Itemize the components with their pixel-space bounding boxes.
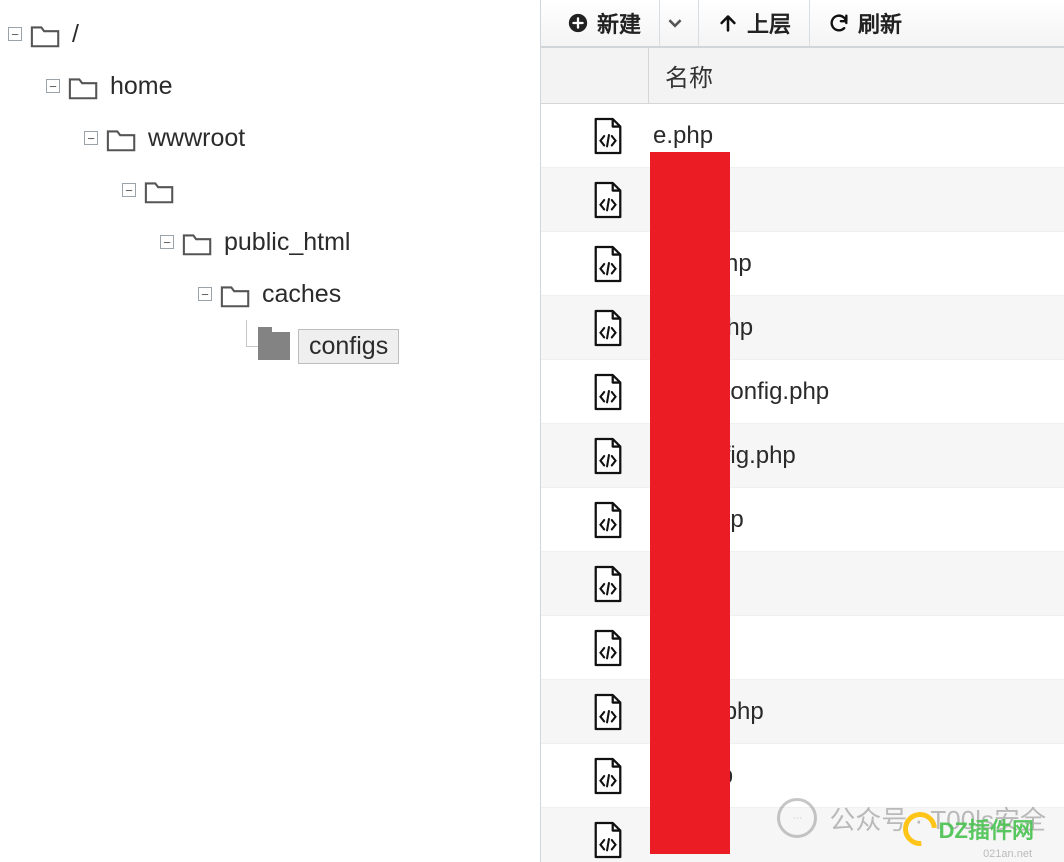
file-row[interactable]: el_config.php (541, 424, 1064, 488)
code-file-icon (591, 437, 625, 475)
tree-node[interactable]: caches (8, 268, 540, 320)
new-dropdown-caret[interactable] (660, 0, 699, 46)
dz-logo-sub: 021an.net (983, 848, 1032, 860)
tree-node-label: / (72, 20, 79, 49)
refresh-button-label: 刷新 (858, 7, 902, 39)
file-row[interactable]: e.php (541, 552, 1064, 616)
folder-tree-panel: / home wwwroot public_htmlcaches configs (0, 0, 540, 862)
column-header-name[interactable]: 名称 (649, 58, 713, 93)
column-header-type[interactable] (541, 48, 649, 103)
file-row[interactable]: e.php (541, 104, 1064, 168)
tree-node[interactable]: / (8, 8, 540, 60)
tree-node[interactable]: public_html (8, 216, 540, 268)
file-name-label: e.php (653, 122, 713, 150)
folder-icon (220, 279, 252, 309)
dz-logo: DZ插件网 (903, 812, 1034, 846)
tree-collapse-icon[interactable] (8, 27, 22, 41)
tree-node-label: wwwroot (148, 124, 245, 153)
tree-node-selected[interactable]: configs (8, 320, 540, 372)
column-header-row: 名称 (541, 48, 1064, 104)
file-row[interactable]: config.php (541, 680, 1064, 744)
code-file-icon (591, 309, 625, 347)
code-file-icon (591, 821, 625, 859)
file-row[interactable]: it.php (541, 168, 1064, 232)
file-list: e.php it.phpbase.phperver.phptatus_config… (541, 104, 1064, 862)
wechat-icon: ⋯ (777, 798, 817, 838)
tree-node[interactable]: wwwroot (8, 112, 540, 164)
tree-collapse-icon[interactable] (122, 183, 136, 197)
code-file-icon (591, 629, 625, 667)
code-file-icon (591, 501, 625, 539)
tree-node-label: caches (262, 280, 341, 309)
folder-icon (68, 71, 100, 101)
tree-node-label: public_html (224, 228, 350, 257)
tree-node[interactable] (8, 164, 540, 216)
code-file-icon (591, 245, 625, 283)
refresh-button[interactable]: 刷新 (810, 0, 920, 46)
tree-node[interactable]: home (8, 60, 540, 112)
tree-collapse-icon[interactable] (84, 131, 98, 145)
up-button-label: 上层 (747, 7, 791, 39)
file-row[interactable]: tatus_config.php (541, 360, 1064, 424)
folder-solid-icon (258, 332, 290, 360)
chevron-down-icon (668, 16, 682, 30)
refresh-icon (828, 12, 850, 34)
tree-collapse-icon[interactable] (46, 79, 60, 93)
code-file-icon (591, 373, 625, 411)
file-row[interactable]: ules.php (541, 488, 1064, 552)
file-row[interactable]: base.php (541, 232, 1064, 296)
toolbar: 新建 上层 刷新 (541, 0, 1064, 48)
code-file-icon (591, 757, 625, 795)
arrow-up-icon (717, 12, 739, 34)
file-panel: 新建 上层 刷新 名称 e.phpit.phpbase.phperver (540, 0, 1064, 862)
file-row[interactable]: .php (541, 616, 1064, 680)
file-row[interactable]: erver.php (541, 296, 1064, 360)
tree-node-label: home (110, 72, 173, 101)
folder-icon (106, 123, 138, 153)
code-file-icon (591, 565, 625, 603)
new-button-label: 新建 (597, 7, 641, 39)
folder-icon (30, 19, 62, 49)
code-file-icon (591, 693, 625, 731)
plus-circle-icon (567, 12, 589, 34)
folder-icon (182, 227, 214, 257)
new-button[interactable]: 新建 (549, 0, 660, 46)
redacted-region (650, 152, 730, 854)
tree-node-label: configs (298, 329, 399, 364)
tree-collapse-icon[interactable] (198, 287, 212, 301)
folder-icon (144, 175, 176, 205)
code-file-icon (591, 117, 625, 155)
tree-collapse-icon[interactable] (160, 235, 174, 249)
up-button[interactable]: 上层 (699, 0, 810, 46)
code-file-icon (591, 181, 625, 219)
